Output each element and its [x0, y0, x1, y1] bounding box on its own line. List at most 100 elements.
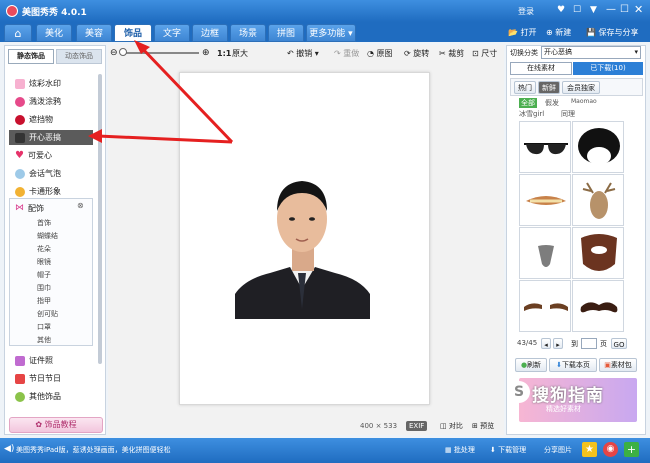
new-button[interactable]: ⊕ 新建 — [546, 26, 571, 40]
crop-button[interactable]: ✂ 裁剪 — [439, 48, 464, 59]
tab-online[interactable]: 在线素材 — [510, 62, 572, 75]
thumb-eyebrows[interactable] — [519, 280, 571, 332]
undo-button[interactable]: ↶ 撤销 ▾ — [287, 48, 319, 59]
tab-text[interactable]: 文字 — [154, 24, 190, 42]
subitem-scarf[interactable]: 围巾 — [37, 283, 51, 293]
share-button[interactable]: 分享图片 — [544, 445, 572, 455]
dynamic-decor-tab[interactable]: 动态饰品 — [56, 49, 102, 64]
subitem-nail[interactable]: 指甲 — [37, 296, 51, 306]
home-tab[interactable]: ⌂ — [4, 24, 32, 42]
thumb-beard-full[interactable] — [572, 227, 624, 279]
thumb-sunglasses[interactable] — [519, 121, 571, 173]
thumb-mustache[interactable] — [572, 280, 624, 332]
sidebar-item-cover[interactable]: 遮挡物 — [15, 112, 53, 127]
batch-button[interactable]: ▦ 批处理 — [445, 445, 475, 455]
subitem-mask[interactable]: 口罩 — [37, 322, 51, 332]
preview-button[interactable]: ⊞ 预览 — [472, 421, 494, 431]
tab-decorations[interactable]: 饰品 — [114, 24, 152, 42]
tag-same[interactable]: 同理 — [561, 109, 575, 119]
filter-new[interactable]: 新鲜 — [538, 81, 560, 94]
download-manager-button[interactable]: ⬇ 下载管理 — [490, 445, 526, 455]
next-page-button[interactable]: ▸ — [553, 338, 563, 349]
reset-button[interactable]: ◔ 原图 — [367, 48, 393, 59]
sidebar-item-cartoon[interactable]: 卡通形象 — [15, 184, 61, 199]
thumb-deer[interactable] — [572, 174, 624, 226]
subitem-hat[interactable]: 帽子 — [37, 270, 51, 280]
category-select[interactable]: 开心恶搞 ▾ — [541, 46, 641, 59]
sidebar-item-splash[interactable]: 溅泼涂鸦 — [15, 94, 61, 109]
weibo-icon[interactable]: ◉ — [603, 442, 618, 457]
sidebar-item-accessory[interactable]: ⋈ 配饰 — [15, 201, 44, 216]
menu-icon[interactable]: ♥ — [557, 5, 565, 15]
rotate-button[interactable]: ⟳ 旋转 — [404, 48, 429, 59]
close-icon[interactable]: ✕ — [634, 3, 643, 16]
zoom-slider-knob[interactable] — [119, 48, 127, 56]
subitem-bow[interactable]: 蝴蝶结 — [37, 231, 58, 241]
sidebar-item-watermark[interactable]: 炫彩水印 — [15, 76, 61, 91]
sidebar-item-bubble[interactable]: 会话气泡 — [15, 166, 61, 181]
open-button[interactable]: 📂 打开 — [508, 26, 537, 40]
thumb-beard-small[interactable] — [519, 227, 571, 279]
tab-scene[interactable]: 场景 — [230, 24, 266, 42]
add-icon[interactable]: + — [624, 442, 639, 457]
go-button[interactable]: GO — [611, 338, 627, 349]
compare-button[interactable]: ◫ 对比 — [440, 421, 463, 431]
subitem-jewelry[interactable]: 首饰 — [37, 218, 51, 228]
refresh-button[interactable]: ●刷新 — [515, 358, 547, 372]
sidebar-item-holiday[interactable]: 节日节日 — [15, 371, 61, 386]
zoom-slider[interactable] — [119, 48, 199, 56]
zoom-out-icon[interactable]: ⊖ — [110, 48, 118, 59]
thumb-afro-hair[interactable] — [572, 121, 624, 173]
collapse-icon[interactable]: ⊗ — [77, 201, 84, 210]
refresh-label: 刷新 — [527, 361, 542, 369]
full-beard-icon — [581, 234, 617, 271]
original-size-button[interactable]: 原大 — [232, 48, 248, 59]
library-button[interactable]: ▣素材包 — [599, 358, 637, 372]
redo-button[interactable]: ↷ 重做 — [334, 48, 359, 59]
subitem-flower[interactable]: 花朵 — [37, 244, 51, 254]
tab-frame[interactable]: 边框 — [192, 24, 228, 42]
star-rating-icon[interactable]: ★ — [582, 442, 597, 457]
download-page-button[interactable]: ⬇下载本页 — [549, 358, 597, 372]
save-share-button[interactable]: 💾 保存与分享 — [586, 26, 639, 40]
thumb-teeth[interactable] — [519, 174, 571, 226]
tab-beautify[interactable]: 美化 — [36, 24, 72, 42]
tab-more[interactable]: 更多功能 ▾ — [306, 24, 356, 42]
tag-wig[interactable]: 假发 — [545, 98, 559, 108]
filter-hot[interactable]: 热门 — [514, 81, 536, 94]
app-title: 美图秀秀 4.0.1 — [22, 8, 87, 18]
tag-girl[interactable]: 冰雪girl — [519, 109, 544, 119]
sidebar-scrollbar[interactable] — [98, 74, 102, 364]
image-canvas[interactable] — [179, 72, 430, 405]
zoom-ratio[interactable]: 1:1 — [217, 48, 231, 59]
sidebar-item-heart[interactable]: ♥ 可爱心 — [15, 148, 52, 163]
subitem-other[interactable]: 其他 — [37, 335, 51, 345]
tag-maomao[interactable]: Maomao — [571, 98, 597, 105]
subitem-glasses[interactable]: 眼镜 — [37, 257, 51, 267]
filter-vip[interactable]: 会员独家 — [562, 81, 600, 94]
subitem-bandage[interactable]: 创可贴 — [37, 309, 58, 319]
minimize-icon[interactable]: — — [606, 4, 616, 15]
login-link[interactable]: 登录 — [518, 6, 534, 17]
tab-collage[interactable]: 拼图 — [268, 24, 304, 42]
resize-button[interactable]: ⊡ 尺寸 — [472, 48, 497, 59]
zoom-in-icon[interactable]: ⊕ — [202, 48, 210, 59]
tab-face[interactable]: 美容 — [76, 24, 112, 42]
prev-page-button[interactable]: ◂ — [541, 338, 551, 349]
settings-icon[interactable]: ▼ — [590, 5, 597, 15]
skin-icon[interactable]: ☐ — [573, 5, 581, 15]
maximize-icon[interactable]: ☐ — [620, 4, 629, 15]
page-input[interactable] — [581, 338, 597, 349]
exif-button[interactable]: EXIF — [406, 421, 428, 431]
status-message[interactable]: 美图秀秀iPad版，惹诱处理画面，美化拼图便轻松 — [16, 445, 171, 455]
sidebar-item-others[interactable]: 其他饰品 — [15, 389, 61, 404]
tag-all[interactable]: 全部 — [519, 98, 537, 108]
right-panel: 切换分类 开心恶搞 ▾ 在线素材 已下载(10) 热门 新鲜 会员独家 全部 假发… — [506, 45, 646, 435]
sidebar-item-label: 遮挡物 — [29, 115, 53, 124]
tutorial-button[interactable]: ✿ 饰品教程 — [9, 417, 103, 433]
tab-downloaded[interactable]: 已下载(10) — [573, 62, 643, 75]
redo-label: 重做 — [343, 49, 360, 58]
sidebar-item-funny[interactable]: 开心恶搞 — [9, 130, 93, 145]
static-decor-tab[interactable]: 静态饰品 — [8, 49, 54, 64]
sidebar-item-id-photo[interactable]: 证件照 — [15, 353, 53, 368]
